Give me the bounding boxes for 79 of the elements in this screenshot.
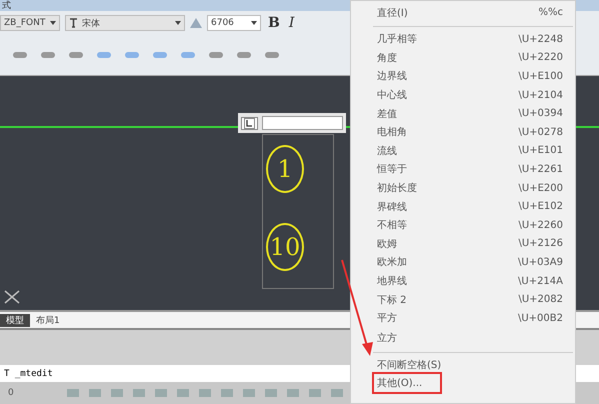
menu-item[interactable]: 下标 2 \U+2082 xyxy=(373,290,573,309)
menu-item[interactable]: 立方 xyxy=(373,328,573,352)
menu-item-label: 直径(I) xyxy=(377,6,408,20)
menu-item[interactable]: 欧姆 \U+2126 xyxy=(373,234,573,254)
menu-item[interactable]: 流线 \U+E101 xyxy=(373,142,573,160)
menu-item-label: 恒等于 xyxy=(377,162,407,176)
status-icon[interactable] xyxy=(132,387,146,399)
menu-item[interactable]: 差值 \U+0394 xyxy=(373,104,573,123)
circled-number: 10 xyxy=(266,223,304,271)
menu-item-label: 界碑线 xyxy=(377,200,407,214)
menu-item[interactable]: 平方 \U+00B2 xyxy=(373,308,573,328)
menu-item-label: 欧米加 xyxy=(377,256,407,270)
menu-item[interactable]: 不相等 \U+2260 xyxy=(373,216,573,235)
font-dropdown[interactable]: 宋体 xyxy=(65,15,185,31)
menu-item-label: 下标 2 xyxy=(377,294,407,307)
status-icon[interactable] xyxy=(88,387,102,399)
toolbar-icon[interactable] xyxy=(12,49,28,61)
format-button[interactable]: B xyxy=(266,15,282,31)
status-icon[interactable] xyxy=(264,387,278,399)
status-icon[interactable] xyxy=(286,387,300,399)
menu-item[interactable]: 边界线 \U+E100 xyxy=(373,67,573,86)
toolbar-icon[interactable] xyxy=(264,49,280,61)
menu-item-label: 几乎相等 xyxy=(377,32,417,46)
menu-item[interactable]: 几乎相等 \U+2248 xyxy=(373,30,573,49)
menu-item[interactable]: 电相角 \U+0278 xyxy=(373,122,573,142)
status-icon[interactable] xyxy=(176,387,190,399)
menu-item[interactable]: 直径(I) %%c xyxy=(373,2,573,27)
toolbar-icon[interactable] xyxy=(68,49,84,61)
toolbar-icon[interactable] xyxy=(152,49,168,61)
menu-item[interactable]: 中心线 \U+2104 xyxy=(373,86,573,104)
font-icon xyxy=(69,18,78,28)
menu-item-label: 立方 xyxy=(377,332,397,345)
layout-tab[interactable]: 模型 xyxy=(0,314,30,326)
menu-item[interactable]: 恒等于 \U+2261 xyxy=(373,160,573,179)
window-title: 式 xyxy=(2,0,11,12)
menu-item-label: 初始长度 xyxy=(377,182,417,196)
menu-item-label: 地界线 xyxy=(377,274,407,288)
menu-item-label: 平方 xyxy=(377,312,397,326)
menu-item[interactable]: 角度 \U+2220 xyxy=(373,48,573,68)
caret-icon xyxy=(251,21,257,25)
ruler-bar[interactable] xyxy=(238,113,346,133)
status-icon[interactable] xyxy=(154,387,168,399)
triangle-icon xyxy=(190,18,202,28)
coordinates-text: 0 xyxy=(8,388,15,398)
style-dropdown[interactable]: ZB_FONT xyxy=(0,15,60,31)
status-icon[interactable] xyxy=(110,387,124,399)
status-icon[interactable] xyxy=(198,387,212,399)
menu-item[interactable]: 界碑线 \U+E102 xyxy=(373,197,573,216)
menu-item[interactable]: 欧米加 \U+03A9 xyxy=(373,253,573,272)
menu-item[interactable]: 初始长度 \U+E200 xyxy=(373,178,573,198)
status-icon[interactable] xyxy=(220,387,234,399)
status-icon[interactable] xyxy=(330,387,344,399)
status-icon[interactable] xyxy=(242,387,256,399)
format-button[interactable]: I xyxy=(286,15,296,31)
circled-number: 1 xyxy=(266,145,304,193)
axis-icon xyxy=(4,290,20,304)
height-field[interactable]: 6706 xyxy=(207,15,261,31)
menu-item-label: 边界线 xyxy=(377,70,407,84)
menu-item-label: 流线 xyxy=(377,144,397,158)
toolbar-icon[interactable] xyxy=(124,49,140,61)
menu-item-label: 其他(O)... xyxy=(372,372,442,394)
toolbar-icon[interactable] xyxy=(180,49,196,61)
menu-item-label: 电相角 xyxy=(377,126,407,140)
status-icon[interactable] xyxy=(66,387,80,399)
menu-item-label: 角度 xyxy=(377,52,397,65)
toolbar-icon[interactable] xyxy=(40,49,56,61)
menu-item-label: 欧姆 xyxy=(377,238,397,251)
toolbar-icon[interactable] xyxy=(236,49,252,61)
toolbar-icon[interactable] xyxy=(208,49,224,61)
menu-item-label: 不相等 xyxy=(377,218,407,232)
status-icon[interactable] xyxy=(308,387,322,399)
menu-item-label: 差值 xyxy=(377,108,397,121)
toolbar-icon[interactable] xyxy=(96,49,112,61)
caret-icon xyxy=(50,21,56,25)
layout-tab[interactable]: 布局1 xyxy=(30,314,66,326)
menu-item-label: 中心线 xyxy=(377,88,407,102)
caret-icon xyxy=(175,21,181,25)
tab-stop-icon xyxy=(241,116,258,130)
menu-item[interactable]: 地界线 \U+214A xyxy=(373,272,573,290)
